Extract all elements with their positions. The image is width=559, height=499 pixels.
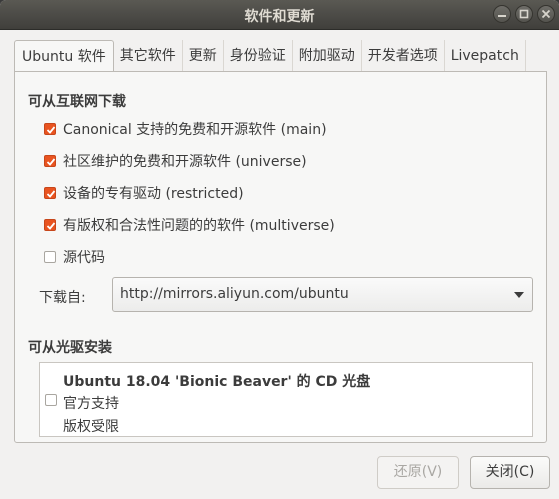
title-bar[interactable]: 软件和更新 [0, 0, 559, 30]
cdrom-list: Ubuntu 18.04 'Bionic Beaver' 的 CD 光盘 官方支… [39, 362, 533, 437]
source-restricted-checkbox[interactable]: 设备的专有驱动 (restricted) [44, 183, 244, 203]
minimize-button[interactable] [493, 5, 511, 23]
tab-other-software[interactable]: 其它软件 [113, 40, 183, 72]
cdrom-section-heading: 可从光驱安装 [28, 340, 112, 356]
maximize-button[interactable] [515, 5, 533, 23]
source-multiverse-checkbox[interactable]: 有版权和合法性问题的的软件 (multiverse) [44, 215, 335, 235]
cdrom-officially-supported: 官方支持 [63, 396, 119, 412]
tab-authentication[interactable]: 身份验证 [223, 40, 293, 72]
source-main-label: Canonical 支持的免费和开源软件 (main) [63, 122, 327, 138]
close-window-button[interactable] [537, 5, 555, 23]
close-button[interactable]: 关闭(C) [470, 456, 550, 489]
source-code-checkbox[interactable]: 源代码 [44, 247, 105, 267]
checkbox-checked-icon [44, 155, 56, 167]
checkbox-checked-icon [44, 219, 56, 231]
download-server-combobox[interactable]: http://mirrors.aliyun.com/ubuntu [112, 277, 533, 312]
dropdown-arrow-icon [514, 292, 524, 298]
internet-section-heading: 可从互联网下载 [28, 94, 126, 110]
tab-updates[interactable]: 更新 [182, 40, 224, 72]
window-title: 软件和更新 [244, 9, 315, 25]
source-universe-label: 社区维护的免费和开源软件 (universe) [63, 154, 307, 170]
source-multiverse-label: 有版权和合法性问题的的软件 (multiverse) [63, 218, 335, 234]
source-main-checkbox[interactable]: Canonical 支持的免费和开源软件 (main) [44, 119, 327, 139]
software-updates-window: 软件和更新 Ubuntu 软件 其它软件 更新 身份验证 附加驱动 开发者选项 … [0, 0, 559, 499]
source-universe-checkbox[interactable]: 社区维护的免费和开源软件 (universe) [44, 151, 307, 171]
close-icon [541, 9, 551, 19]
checkbox-unchecked-icon [44, 251, 56, 263]
source-code-label: 源代码 [63, 250, 105, 266]
tab-developer-options[interactable]: 开发者选项 [361, 40, 445, 72]
download-from-label: 下载自: [39, 290, 86, 306]
cdrom-name: Ubuntu 18.04 'Bionic Beaver' 的 CD 光盘 [63, 374, 371, 390]
tab-ubuntu-software[interactable]: Ubuntu 软件 [14, 40, 114, 72]
checkbox-checked-icon [44, 187, 56, 199]
minimize-icon [498, 15, 506, 17]
tab-additional-drivers[interactable]: 附加驱动 [292, 40, 362, 72]
cdrom-checkbox[interactable] [45, 394, 57, 406]
tab-bar: Ubuntu 软件 其它软件 更新 身份验证 附加驱动 开发者选项 Livepa… [14, 40, 526, 72]
tab-livepatch[interactable]: Livepatch [444, 40, 526, 72]
cdrom-restricted-copyright: 版权受限 [63, 419, 119, 435]
source-restricted-label: 设备的专有驱动 (restricted) [63, 186, 244, 202]
download-server-value: http://mirrors.aliyun.com/ubuntu [120, 286, 349, 302]
checkbox-checked-icon [44, 123, 56, 135]
revert-button[interactable]: 还原(V) [377, 456, 459, 489]
maximize-icon [519, 9, 529, 19]
